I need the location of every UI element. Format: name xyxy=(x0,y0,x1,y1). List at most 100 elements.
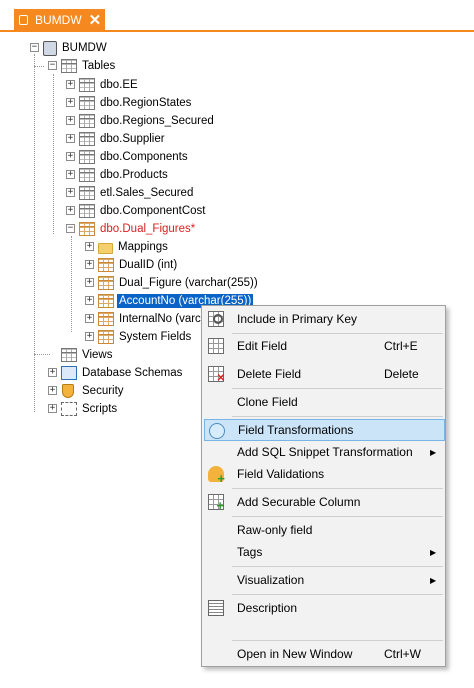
expand-expander[interactable]: + xyxy=(48,404,57,413)
expand-expander[interactable]: + xyxy=(66,134,75,143)
tree-folder-mappings[interactable]: Mappings xyxy=(98,238,170,256)
menu-item-delete-field[interactable]: Delete Field Delete xyxy=(204,363,445,385)
table-item[interactable]: dbo.EE xyxy=(79,76,140,94)
tree-folder-tables[interactable]: Tables xyxy=(61,57,117,75)
collapse-expander[interactable]: − xyxy=(48,61,57,70)
table-item[interactable]: dbo.RegionStates xyxy=(79,94,193,112)
primary-key-icon xyxy=(208,311,224,327)
menu-item-label: Add Securable Column xyxy=(237,495,361,509)
menu-item-label: Description xyxy=(237,601,298,615)
tab-bumdw[interactable]: BUMDW ✕ xyxy=(14,9,105,31)
menu-item-edit-field[interactable]: Edit Field Ctrl+E xyxy=(204,335,445,357)
field-item[interactable]: Dual_Figure (varchar(255)) xyxy=(98,274,260,292)
field-item[interactable]: DualID (int) xyxy=(98,256,179,274)
submenu-arrow-icon: ▶ xyxy=(430,447,437,457)
menu-item-description[interactable]: Description xyxy=(204,597,445,619)
table-icon xyxy=(79,96,95,110)
field-label: DualID (int) xyxy=(119,259,178,271)
menu-item-shortcut: Ctrl+E xyxy=(384,339,418,353)
menu-item-tags[interactable]: Tags ▶ xyxy=(204,541,445,563)
tree-folder-views[interactable]: Views xyxy=(61,346,114,364)
shield-icon xyxy=(62,384,74,398)
tree-label: Scripts xyxy=(82,403,118,415)
field-icon xyxy=(98,294,114,308)
tree-folder-scripts[interactable]: Scripts xyxy=(61,400,119,418)
menu-item-label: Visualization xyxy=(237,573,305,587)
expand-expander[interactable]: + xyxy=(85,260,94,269)
expand-expander[interactable]: + xyxy=(85,278,94,287)
expand-expander[interactable]: + xyxy=(66,170,75,179)
expand-expander[interactable]: + xyxy=(85,242,94,251)
menu-item-open-new-window[interactable]: Open in New Window Ctrl+W xyxy=(204,643,445,665)
menu-item-clone-field[interactable]: Clone Field xyxy=(204,391,445,413)
delete-field-icon xyxy=(208,366,225,384)
menu-separator xyxy=(232,333,443,334)
table-icon xyxy=(79,132,95,146)
table-label: dbo.Supplier xyxy=(100,133,165,145)
table-icon xyxy=(79,204,95,218)
context-menu: Include in Primary Key Edit Field Ctrl+E… xyxy=(201,305,446,667)
menu-item-visualization[interactable]: Visualization ▶ xyxy=(204,569,445,591)
scripts-icon xyxy=(61,402,77,416)
table-item[interactable]: dbo.Supplier xyxy=(79,130,167,148)
menu-item-label: Open in New Window xyxy=(237,647,353,661)
expand-expander[interactable]: + xyxy=(48,368,57,377)
field-label: Dual_Figure (varchar(255)) xyxy=(119,277,258,289)
expand-expander[interactable]: + xyxy=(85,332,94,341)
tree-line xyxy=(34,66,44,67)
expand-expander[interactable]: + xyxy=(48,386,57,395)
tree-root[interactable]: BUMDW xyxy=(43,39,109,57)
menu-item-label: Raw-only field xyxy=(237,523,313,537)
table-icon xyxy=(79,150,95,164)
menu-item-label: Include in Primary Key xyxy=(237,312,358,326)
expand-expander[interactable]: + xyxy=(85,314,94,323)
table-icon xyxy=(79,186,95,200)
expand-expander[interactable]: + xyxy=(66,188,75,197)
menu-separator xyxy=(232,488,443,489)
tree-folder-database-schemas[interactable]: Database Schemas xyxy=(61,364,184,382)
table-icon xyxy=(79,168,95,182)
table-label: dbo.Dual_Figures* xyxy=(100,223,196,235)
collapse-expander[interactable]: − xyxy=(66,224,75,233)
tab-strip: BUMDW ✕ xyxy=(0,0,474,31)
database-icon xyxy=(43,40,57,56)
field-item[interactable]: InternalNo (varchar(255)) xyxy=(98,310,203,328)
tree-label: Database Schemas xyxy=(82,367,183,379)
menu-item-raw-only-field[interactable]: Raw-only field xyxy=(204,519,445,541)
table-item-dual-figures[interactable]: dbo.Dual_Figures* xyxy=(79,220,197,238)
menu-separator xyxy=(232,388,443,389)
menu-item-add-securable-column[interactable]: Add Securable Column xyxy=(204,491,445,513)
table-label: dbo.Components xyxy=(100,151,188,163)
table-item[interactable]: dbo.ComponentCost xyxy=(79,202,207,220)
field-icon xyxy=(98,312,114,326)
table-item[interactable]: etl.Sales_Secured xyxy=(79,184,195,202)
menu-item-label: Delete Field xyxy=(237,367,302,381)
close-icon[interactable]: ✕ xyxy=(89,13,102,28)
menu-item-include-primary-key[interactable]: Include in Primary Key xyxy=(204,308,445,330)
tree-folder-security[interactable]: Security xyxy=(62,382,126,400)
menu-item-label: Field Validations xyxy=(237,467,325,481)
tree-folder-system-fields[interactable]: System Fields xyxy=(98,328,193,346)
table-label: dbo.RegionStates xyxy=(100,97,192,109)
menu-item-add-sql-snippet[interactable]: Add SQL Snippet Transformation ▶ xyxy=(204,441,445,463)
expand-expander[interactable]: + xyxy=(66,152,75,161)
menu-separator xyxy=(232,516,443,517)
menu-item-label: Tags xyxy=(237,545,263,559)
database-schemas-icon xyxy=(61,366,77,380)
menu-item-field-validations[interactable]: Field Validations xyxy=(204,463,445,486)
table-item[interactable]: dbo.Components xyxy=(79,148,190,166)
table-label: etl.Sales_Secured xyxy=(100,187,194,199)
tree-label: System Fields xyxy=(119,331,192,343)
table-item[interactable]: dbo.Regions_Secured xyxy=(79,112,216,130)
menu-item-field-transformations[interactable]: Field Transformations xyxy=(204,419,445,441)
table-item[interactable]: dbo.Products xyxy=(79,166,170,184)
expand-expander[interactable]: + xyxy=(66,116,75,125)
collapse-expander[interactable]: − xyxy=(30,43,39,52)
expand-expander[interactable]: + xyxy=(66,206,75,215)
menu-separator xyxy=(232,594,443,595)
expand-expander[interactable]: + xyxy=(66,98,75,107)
views-icon xyxy=(61,348,77,362)
menu-item-label: Edit Field xyxy=(237,339,288,353)
expand-expander[interactable]: + xyxy=(66,80,75,89)
expand-expander[interactable]: + xyxy=(85,296,94,305)
